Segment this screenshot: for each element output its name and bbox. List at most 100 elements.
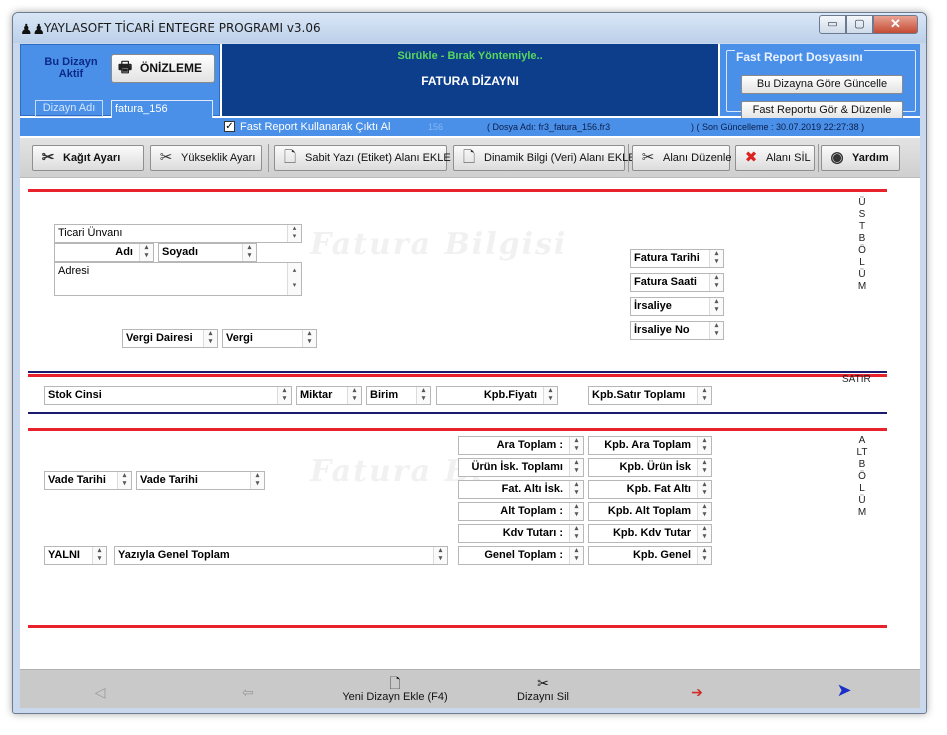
add-static-text-label: Sabit Yazı (Etiket) Alanı EKLE (305, 152, 451, 164)
field-adresi[interactable]: Adresi ▴ ▾ (54, 262, 302, 296)
previous-record-button[interactable]: ⇦ (238, 684, 258, 700)
toolbar: ✂ Kağıt Ayarı ✂ Yükseklik Ayarı 🗋 Sabit … (20, 138, 920, 178)
add-dynamic-info-button[interactable]: 🗋 Dinamik Bilgi (Veri) Alanı EKLE (453, 145, 636, 171)
field-fat-alti-isk[interactable]: Fat. Altı İsk. ▴ ▾ (458, 480, 584, 499)
field-miktar[interactable]: Miktar ▴ ▾ (296, 386, 362, 405)
edit-field-button[interactable]: ✂ Alanı Düzenle (632, 145, 732, 171)
field-birim[interactable]: Birim ▴ ▾ (366, 386, 431, 405)
toolbar-separator (818, 144, 819, 172)
field-soyadi[interactable]: Soyadı ▴ ▾ (158, 243, 257, 262)
next-record-button[interactable]: ➔ (685, 684, 709, 700)
design-number: 156 (428, 122, 444, 132)
maximize-button[interactable]: ▢ (846, 15, 873, 34)
field-kpb-satir-toplami[interactable]: Kpb.Satır Toplamı ▴ ▾ (588, 386, 712, 405)
delete-design-button[interactable]: ✂ Dizaynı Sil (498, 675, 588, 703)
file-name: ( Dosya Adı: fr3_fatura_156.fr3 (487, 122, 611, 132)
field-kpb-genel[interactable]: Kpb. Genel ▴ ▾ (588, 546, 712, 565)
last-arrow-icon: ➤ (836, 680, 852, 700)
field-urun-isk-toplami[interactable]: Ürün İsk. Toplamı ▴ ▾ (458, 458, 584, 477)
delete-field-label: Alanı SİL (766, 152, 811, 164)
app-people-icon: ♟♟ (20, 21, 46, 37)
delete-design-label: Dizaynı Sil (517, 691, 569, 703)
fast-report-checkbox-label[interactable]: Fast Report Kullanarak Çıktı Al (240, 121, 390, 133)
delete-x-icon: ✖ (744, 149, 758, 166)
preview-button[interactable]: 🖶 ÖNİZLEME (111, 54, 215, 83)
printer-icon: 🖶 (118, 59, 133, 76)
update-by-design-button[interactable]: Bu Dizayna Göre Güncelle (741, 75, 903, 94)
field-fatura-tarihi[interactable]: Fatura Tarihi ▴ ▾ (630, 249, 724, 268)
fast-report-checkbox[interactable]: ✓ (224, 121, 235, 132)
new-document-icon: 🗋 (283, 149, 297, 166)
help-icon: ◉ (830, 149, 844, 166)
previous-arrow-icon: ⇦ (242, 684, 254, 700)
new-document-icon: 🗋 (389, 675, 401, 691)
minimize-button[interactable]: ▭ (819, 15, 846, 34)
line-section-top-blue (28, 371, 887, 373)
line-section-line (28, 374, 887, 377)
field-kpb-fat-alti[interactable]: Kpb. Fat Altı ▴ ▾ (588, 480, 712, 499)
field-stok-cinsi[interactable]: Stok Cinsi ▴ ▾ (44, 386, 292, 405)
drag-drop-text: Sürükle - Bırak Yöntemiyle.. (397, 50, 543, 62)
client-area: Bu Dizayn Aktif 🖶 ÖNİZLEME Dizayn Adı fa… (20, 44, 920, 708)
help-label: Yardım (852, 152, 889, 164)
field-kdv-tutari[interactable]: Kdv Tutarı : ▴ ▾ (458, 524, 584, 543)
add-dynamic-info-label: Dinamik Bilgi (Veri) Alanı EKLE (484, 152, 636, 164)
field-kpb-fiyati[interactable]: Kpb.Fiyatı ▴ ▾ (436, 386, 558, 405)
field-genel-toplam[interactable]: Genel Toplam : ▴ ▾ (458, 546, 584, 565)
bottom-section-line (28, 428, 887, 431)
edit-field-label: Alanı Düzenle (663, 152, 732, 164)
field-kpb-alt-toplam[interactable]: Kpb. Alt Toplam ▴ ▾ (588, 502, 712, 521)
field-ara-toplam[interactable]: Ara Toplam : ▴ ▾ (458, 436, 584, 455)
line-section-label: SATIR (842, 374, 871, 385)
field-yaziyla-genel-toplam[interactable]: Yazıyla Genel Toplam ▴ ▾ (114, 546, 448, 565)
new-design-button[interactable]: 🗋 Yeni Dizayn Ekle (F4) (330, 675, 460, 703)
tools-icon: ✂ (41, 149, 55, 166)
field-ticari-unvani[interactable]: Ticari Ünvanı ▴ ▾ (54, 224, 302, 243)
field-irsaliye[interactable]: İrsaliye ▴ ▾ (630, 297, 724, 316)
field-alt-toplam[interactable]: Alt Toplam : ▴ ▾ (458, 502, 584, 521)
field-vade-tarihi[interactable]: Vade Tarihi ▴ ▾ (136, 471, 265, 490)
close-button[interactable]: ✕ (873, 15, 918, 34)
paper-settings-label: Kağıt Ayarı (63, 152, 121, 164)
title-bar[interactable]: ♟♟ YAYLASOFT TİCARİ ENTEGRE PROGRAMI v3.… (13, 13, 926, 43)
design-name-label: Dizayn Adı (35, 100, 103, 117)
field-yalniz[interactable]: YALNI ▴ ▾ (44, 546, 107, 565)
field-irsaliye-no[interactable]: İrsaliye No ▴ ▾ (630, 321, 724, 340)
design-title-panel: Sürükle - Bırak Yöntemiyle.. FATURA DİZA… (222, 44, 718, 116)
first-record-button[interactable]: ◁ (90, 684, 110, 700)
field-vergi[interactable]: Vergi ▴ ▾ (222, 329, 317, 348)
field-vergi-dairesi[interactable]: Vergi Dairesi ▴ ▾ (122, 329, 218, 348)
design-title: FATURA DİZAYNI (421, 74, 519, 88)
end-section-line (28, 625, 887, 628)
window-title: YAYLASOFT TİCARİ ENTEGRE PROGRAMI v3.06 (44, 21, 321, 35)
delete-field-button[interactable]: ✖ Alanı SİL (735, 145, 815, 171)
field-kpb-urun-isk[interactable]: Kpb. Ürün İsk ▴ ▾ (588, 458, 712, 477)
field-kpb-ara-toplam[interactable]: Kpb. Ara Toplam ▴ ▾ (588, 436, 712, 455)
design-name-field[interactable]: fatura_156 (111, 100, 213, 119)
paper-settings-button[interactable]: ✂ Kağıt Ayarı (32, 145, 144, 171)
app-window: ♟♟ YAYLASOFT TİCARİ ENTEGRE PROGRAMI v3.… (12, 12, 927, 714)
height-settings-button[interactable]: ✂ Yükseklik Ayarı (150, 145, 262, 171)
toolbar-separator (268, 144, 269, 172)
design-panel: Bu Dizayn Aktif 🖶 ÖNİZLEME Dizayn Adı fa… (20, 44, 220, 119)
field-adi[interactable]: Adı ▴ ▾ (54, 243, 154, 262)
design-active-label: Bu Dizayn Aktif (44, 56, 98, 80)
delete-tools-icon: ✂ (537, 675, 549, 691)
bottom-section-label: ALT BÖLÜM (856, 435, 868, 518)
field-fatura-saati[interactable]: Fatura Saati ▴ ▾ (630, 273, 724, 292)
line-section-bottom-blue (28, 412, 887, 414)
design-canvas[interactable]: Fatura Bilgisi ÜST BÖLÜM Ticari Ünvanı ▴ ▾… (20, 179, 920, 669)
help-button[interactable]: ◉ Yardım (821, 145, 900, 171)
next-arrow-icon: ➔ (691, 684, 703, 700)
height-settings-label: Yükseklik Ayarı (181, 152, 256, 164)
last-record-button[interactable]: ➤ (832, 680, 856, 700)
bottom-nav-bar: ◁ ⇦ 🗋 Yeni Dizayn Ekle (F4) ✂ Dizaynı Si… (20, 669, 920, 708)
fast-report-group: Fast Report Dosyasını Bu Dizayna Göre Gü… (726, 50, 916, 120)
first-arrow-icon: ◁ (94, 684, 106, 700)
field-vade-tarihi-label[interactable]: Vade Tarihi ▴ ▾ (44, 471, 132, 490)
field-kpb-kdv-tutar[interactable]: Kpb. Kdv Tutar ▴ ▾ (588, 524, 712, 543)
fast-report-panel: Fast Report Dosyasını Bu Dizayna Göre Gü… (720, 44, 920, 120)
fast-report-group-title: Fast Report Dosyasını (735, 50, 864, 64)
toolbar-separator (628, 144, 629, 172)
add-static-text-button[interactable]: 🗋 Sabit Yazı (Etiket) Alanı EKLE (274, 145, 451, 171)
